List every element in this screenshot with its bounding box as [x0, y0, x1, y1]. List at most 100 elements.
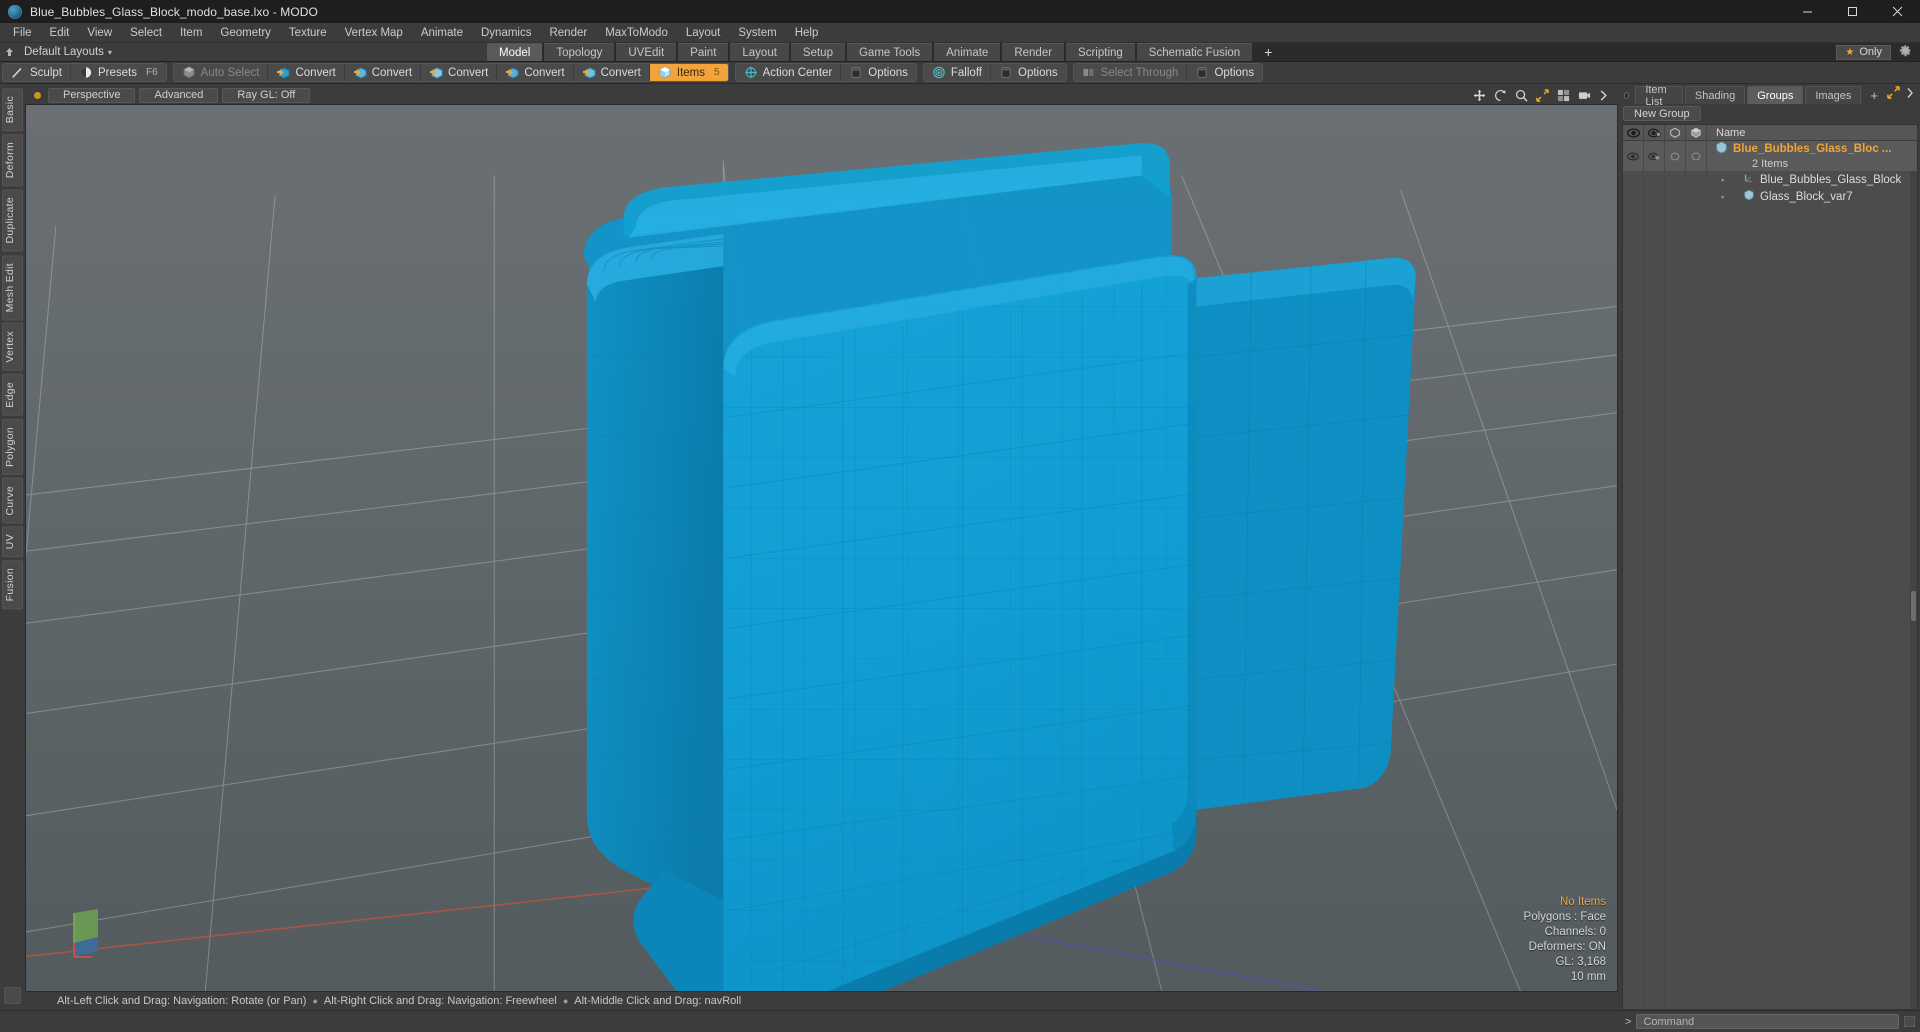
select-through-options-button[interactable]: Options — [1187, 64, 1263, 81]
expand-arrows-icon[interactable] — [1887, 86, 1900, 104]
convert-polygon-button[interactable]: Convert — [421, 64, 498, 81]
panel-tab-item-list[interactable]: Item List — [1635, 84, 1683, 108]
panel-menu-dot-icon[interactable] — [1624, 91, 1630, 99]
chevron-right-icon[interactable] — [1906, 86, 1914, 104]
rail-tab-mesh-edit[interactable]: Mesh Edit — [2, 254, 23, 321]
menu-dynamics[interactable]: Dynamics — [472, 23, 540, 43]
rail-tab-edge[interactable]: Edge — [2, 373, 23, 416]
rail-tab-deform[interactable]: Deform — [2, 134, 23, 187]
move-icon[interactable] — [1473, 89, 1486, 102]
convert-material-button[interactable]: Convert — [497, 64, 574, 81]
rail-tab-basic[interactable]: Basic — [2, 88, 23, 132]
rail-tab-vertex[interactable]: Vertex — [2, 323, 23, 371]
layout-tab-uvedit[interactable]: UVEdit — [616, 43, 677, 61]
viewport-raygl-button[interactable]: Ray GL: Off — [222, 87, 311, 103]
add-layout-tab-button[interactable]: + — [1254, 43, 1282, 61]
menu-system[interactable]: System — [729, 23, 785, 43]
menu-layout[interactable]: Layout — [677, 23, 730, 43]
layout-tab-animate[interactable]: Animate — [934, 43, 1001, 61]
minimize-button[interactable] — [1785, 0, 1830, 23]
layout-tab-game-tools[interactable]: Game Tools — [846, 43, 933, 61]
child-mesh-lock-cell[interactable] — [1665, 188, 1686, 205]
command-options-button[interactable] — [1904, 1016, 1915, 1027]
menu-geometry[interactable]: Geometry — [211, 23, 280, 43]
menu-render[interactable]: Render — [540, 23, 596, 43]
layout-tab-paint[interactable]: Paint — [678, 43, 729, 61]
grid-icon[interactable] — [1557, 89, 1570, 102]
rail-tab-polygon[interactable]: Polygon — [2, 418, 23, 475]
only-toggle[interactable]: ★ Only — [1836, 44, 1891, 60]
tree-row-group[interactable]: Blue_Bubbles_Glass_Bloc ... 2 Items — [1623, 141, 1917, 171]
tree-row-child-mesh[interactable]: ▪ Glass_Block_var7 — [1623, 188, 1917, 205]
rail-tab-duplicate[interactable]: Duplicate — [2, 189, 23, 252]
child-render-cell[interactable] — [1644, 171, 1665, 188]
falloff-options-button[interactable]: Options — [991, 64, 1066, 81]
auto-select-button[interactable]: Auto Select — [173, 64, 269, 81]
layout-tab-topology[interactable]: Topology — [544, 43, 615, 61]
tree-row-child-locator[interactable]: ▪ Blue_Bubbles_Glass_Block — [1623, 171, 1917, 188]
command-input[interactable]: Command — [1636, 1014, 1899, 1029]
child-mesh-visibility-cell[interactable] — [1623, 188, 1644, 205]
presets-button[interactable]: Presets F6 — [70, 64, 166, 81]
groups-tree-scroll-thumb[interactable] — [1911, 591, 1916, 621]
items-mode-button[interactable]: Items 5 — [649, 64, 728, 81]
layout-tab-render[interactable]: Render — [1002, 43, 1065, 61]
convert-edge-button[interactable]: Convert — [344, 64, 422, 81]
rotate-icon[interactable] — [1494, 89, 1507, 102]
child-visibility-cell[interactable] — [1623, 171, 1644, 188]
add-panel-tab-button[interactable]: + — [1863, 86, 1885, 104]
column-header-render-visibility[interactable] — [1644, 124, 1665, 141]
child-mesh-render-cell[interactable] — [1644, 188, 1665, 205]
layout-tab-model[interactable]: Model — [487, 43, 543, 61]
menu-item[interactable]: Item — [171, 23, 211, 43]
row-lock-toggle[interactable] — [1665, 141, 1686, 171]
layout-tab-scripting[interactable]: Scripting — [1066, 43, 1135, 61]
child-mesh-select-cell[interactable] — [1686, 188, 1707, 205]
convert-item-button[interactable]: Convert — [573, 64, 650, 81]
viewport-menu-dot-icon[interactable] — [34, 91, 41, 99]
expand-plus-icon[interactable]: ▪ — [1721, 175, 1724, 185]
rail-tab-uv[interactable]: UV — [2, 526, 23, 558]
convert-vertex-button[interactable]: Convert — [268, 64, 345, 81]
viewport-3d[interactable]: No Items Polygons : Face Channels: 0 Def… — [25, 104, 1618, 992]
maximize-button[interactable] — [1830, 0, 1875, 23]
groups-tree-scrollbar[interactable] — [1910, 141, 1917, 1009]
viewport-view-mode-button[interactable]: Perspective — [48, 87, 136, 103]
column-header-select[interactable] — [1686, 124, 1707, 141]
orientation-gizmo[interactable] — [64, 907, 116, 959]
child-lock-cell[interactable] — [1665, 171, 1686, 188]
tree-group-label-row[interactable]: Blue_Bubbles_Glass_Bloc ... — [1707, 141, 1917, 157]
panel-tab-images[interactable]: Images — [1805, 86, 1862, 104]
fit-icon[interactable] — [1536, 88, 1549, 102]
rail-tab-fusion[interactable]: Fusion — [2, 560, 23, 610]
layout-tab-schematic-fusion[interactable]: Schematic Fusion — [1136, 43, 1253, 61]
default-layouts-label[interactable]: Default Layouts ▾ — [18, 46, 112, 58]
action-center-options-button[interactable]: Options — [841, 64, 916, 81]
menu-view[interactable]: View — [78, 23, 121, 43]
panel-tab-groups[interactable]: Groups — [1747, 86, 1804, 104]
close-button[interactable] — [1875, 0, 1920, 23]
menu-edit[interactable]: Edit — [41, 23, 79, 43]
menu-help[interactable]: Help — [786, 23, 828, 43]
default-layouts-selector[interactable]: Default Layouts ▾ — [0, 43, 487, 61]
menu-animate[interactable]: Animate — [412, 23, 472, 43]
rail-tab-curve[interactable]: Curve — [2, 477, 23, 524]
chevron-right-icon[interactable] — [1599, 89, 1608, 102]
column-header-lock[interactable] — [1665, 124, 1686, 141]
column-header-visibility[interactable] — [1623, 124, 1644, 141]
tree-child-mesh[interactable]: ▪ Glass_Block_var7 — [1707, 188, 1853, 205]
child-select-cell[interactable] — [1686, 171, 1707, 188]
menu-select[interactable]: Select — [121, 23, 171, 43]
rail-extra-button[interactable] — [4, 987, 21, 1004]
falloff-button[interactable]: Falloff — [923, 64, 991, 81]
tree-child-locator[interactable]: ▪ Blue_Bubbles_Glass_Block — [1707, 171, 1901, 188]
layout-tab-setup[interactable]: Setup — [790, 43, 845, 61]
sculpt-button[interactable]: Sculpt — [3, 64, 71, 81]
menu-texture[interactable]: Texture — [280, 23, 336, 43]
gear-icon[interactable] — [1899, 44, 1912, 60]
action-center-button[interactable]: Action Center — [735, 64, 842, 81]
row-visibility-toggle[interactable] — [1623, 141, 1644, 171]
expand-plus-icon[interactable]: ▪ — [1721, 192, 1724, 202]
menu-file[interactable]: File — [4, 23, 41, 43]
new-group-button[interactable]: New Group — [1623, 106, 1701, 121]
